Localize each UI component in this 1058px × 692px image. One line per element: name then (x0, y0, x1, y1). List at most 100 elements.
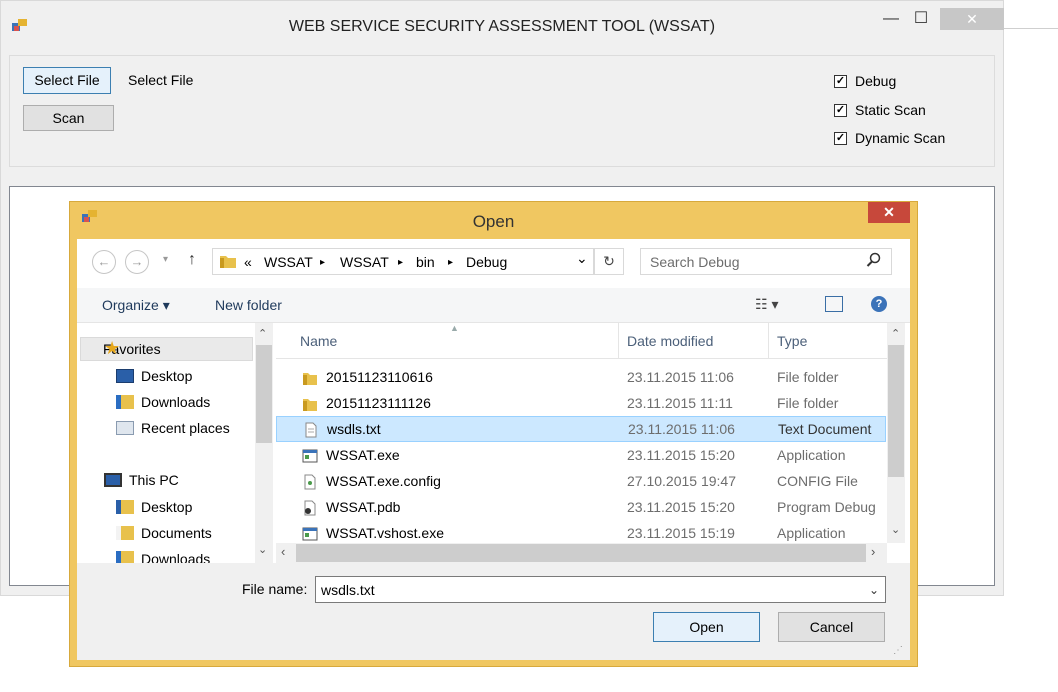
breadcrumb-wssat[interactable]: WSSAT (264, 254, 313, 270)
debug-checkbox[interactable]: ✓ Debug (834, 73, 896, 89)
nav-item-pc-downloads[interactable]: Downloads (116, 551, 210, 563)
file-name-input[interactable] (315, 576, 886, 603)
file-name: WSSAT.vshost.exe (326, 525, 445, 541)
help-icon[interactable]: ? (871, 296, 887, 312)
file-list-hscroll-thumb[interactable] (296, 544, 866, 562)
new-folder-button[interactable]: New folder (215, 297, 282, 313)
file-row[interactable]: WSSAT.pdb 23.11.2015 15:20 Program Debug (276, 495, 887, 521)
star-icon: ★ (104, 338, 121, 358)
organize-button[interactable]: Organize ▾ (102, 297, 170, 314)
column-divider[interactable] (768, 323, 769, 358)
nav-item-downloads[interactable]: Downloads (116, 394, 210, 410)
breadcrumb-separator-icon[interactable]: ▸ (320, 257, 325, 268)
app-icon (302, 449, 318, 463)
preview-pane-icon[interactable] (825, 296, 843, 312)
breadcrumb-debug[interactable]: Debug (466, 254, 507, 270)
file-row[interactable]: WSSAT.exe 23.11.2015 15:20 Application (276, 443, 887, 469)
nav-this-pc[interactable]: This PC (104, 472, 179, 488)
file-type: Application (777, 525, 846, 541)
file-date: 27.10.2015 19:47 (627, 473, 736, 489)
static-scan-checkbox[interactable]: ✓ Static Scan (834, 102, 926, 118)
recent-places-icon (116, 421, 134, 435)
forward-arrow-icon[interactable]: → (125, 250, 149, 274)
breadcrumb-separator-icon[interactable]: ▸ (398, 257, 403, 268)
scroll-left-icon[interactable]: ‹ (281, 544, 285, 559)
change-view-icon[interactable]: ☷ ▾ (755, 296, 778, 313)
nav-item-label: Desktop (141, 368, 193, 384)
up-arrow-icon[interactable]: ↑ (188, 251, 196, 269)
folder-icon (303, 399, 317, 411)
column-divider[interactable] (618, 323, 619, 358)
file-type: File folder (777, 395, 839, 411)
checkmark-icon: ✓ (834, 74, 847, 88)
desktop-folder-icon (116, 500, 134, 514)
file-row[interactable]: 20151123111126 23.11.2015 11:11 File fol… (276, 391, 887, 417)
file-row[interactable]: WSSAT.vshost.exe 23.11.2015 15:19 Applic… (276, 521, 887, 543)
address-dropdown-icon[interactable]: ⌄ (576, 250, 588, 267)
file-row[interactable]: WSSAT.exe.config 27.10.2015 19:47 CONFIG… (276, 469, 887, 495)
pdb-file-icon (304, 500, 316, 516)
file-name-label: File name: (242, 581, 308, 597)
open-button[interactable]: Open (653, 612, 760, 642)
downloads-folder-icon (116, 551, 134, 563)
file-name: WSSAT.pdb (326, 499, 401, 515)
dialog-title: Open (472, 212, 515, 231)
scroll-right-icon[interactable]: › (871, 544, 875, 559)
file-list-scrollbar-thumb[interactable] (888, 345, 904, 477)
file-name: 20151123111126 (326, 395, 431, 411)
nav-item-pc-desktop[interactable]: Desktop (116, 499, 192, 515)
resize-grip-icon[interactable]: ⋰ (893, 645, 903, 656)
cancel-button[interactable]: Cancel (778, 612, 885, 642)
column-header-date[interactable]: Date modified (627, 333, 713, 349)
nav-item-desktop[interactable]: Desktop (116, 368, 192, 384)
file-name: WSSAT.exe.config (326, 473, 441, 489)
desktop-icon (116, 369, 134, 383)
search-input[interactable]: Search Debug (650, 254, 740, 270)
refresh-icon[interactable]: ↻ (594, 248, 624, 275)
breadcrumb-bin[interactable]: bin (416, 254, 435, 270)
file-type: Application (777, 447, 846, 463)
app-icon (302, 527, 318, 541)
window-close-button[interactable]: ✕ (940, 8, 1004, 30)
sort-ascending-icon: ▲ (450, 323, 459, 333)
breadcrumb-overflow[interactable]: « (244, 254, 252, 270)
nav-item-documents[interactable]: Documents (116, 525, 212, 541)
file-type: CONFIG File (777, 473, 858, 489)
scroll-down-icon[interactable]: ⌄ (891, 523, 900, 536)
minimize-icon[interactable]: — (878, 10, 904, 28)
file-name-dropdown-icon[interactable]: ⌄ (869, 583, 879, 597)
dynamic-scan-checkbox[interactable]: ✓ Dynamic Scan (834, 130, 945, 146)
maximize-icon[interactable]: ☐ (908, 8, 934, 28)
file-type: Text Document (778, 421, 872, 437)
recent-locations-chevron-icon[interactable]: ▾ (163, 254, 168, 265)
folder-icon (303, 373, 317, 385)
file-row[interactable]: 20151123110616 23.11.2015 11:06 File fol… (276, 365, 887, 391)
scroll-down-icon[interactable]: ⌄ (258, 543, 267, 556)
this-pc-label: This PC (129, 472, 179, 488)
window-title: WEB SERVICE SECURITY ASSESSMENT TOOL (WS… (288, 18, 716, 35)
select-file-button[interactable]: Select File (23, 67, 111, 94)
file-date: 23.11.2015 11:06 (627, 369, 734, 385)
nav-item-label: Recent places (141, 420, 230, 436)
config-file-icon (304, 474, 316, 490)
nav-item-recent-places[interactable]: Recent places (116, 420, 230, 436)
nav-scrollbar-thumb[interactable] (256, 345, 272, 443)
checkmark-icon: ✓ (834, 103, 847, 117)
scroll-up-icon[interactable]: ⌃ (891, 327, 900, 340)
dialog-close-button[interactable]: ✕ (868, 202, 910, 223)
breadcrumb-separator-icon[interactable]: ▸ (448, 257, 453, 268)
file-row-selected[interactable]: wsdls.txt 23.11.2015 11:06 Text Document (276, 416, 886, 442)
background-window-edge (1004, 0, 1058, 29)
file-type: Program Debug (777, 499, 876, 515)
dynamic-scan-label: Dynamic Scan (855, 130, 946, 146)
computer-icon (104, 473, 122, 487)
static-scan-label: Static Scan (855, 102, 926, 118)
column-header-type[interactable]: Type (777, 333, 807, 349)
scan-button[interactable]: Scan (23, 105, 114, 131)
nav-item-label: Downloads (141, 394, 211, 410)
back-arrow-icon[interactable]: ← (92, 250, 116, 274)
scroll-up-icon[interactable]: ⌃ (258, 327, 267, 340)
breadcrumb-wssat[interactable]: WSSAT (340, 254, 389, 270)
search-icon[interactable] (866, 252, 882, 268)
column-header-name[interactable]: Name (300, 333, 337, 349)
